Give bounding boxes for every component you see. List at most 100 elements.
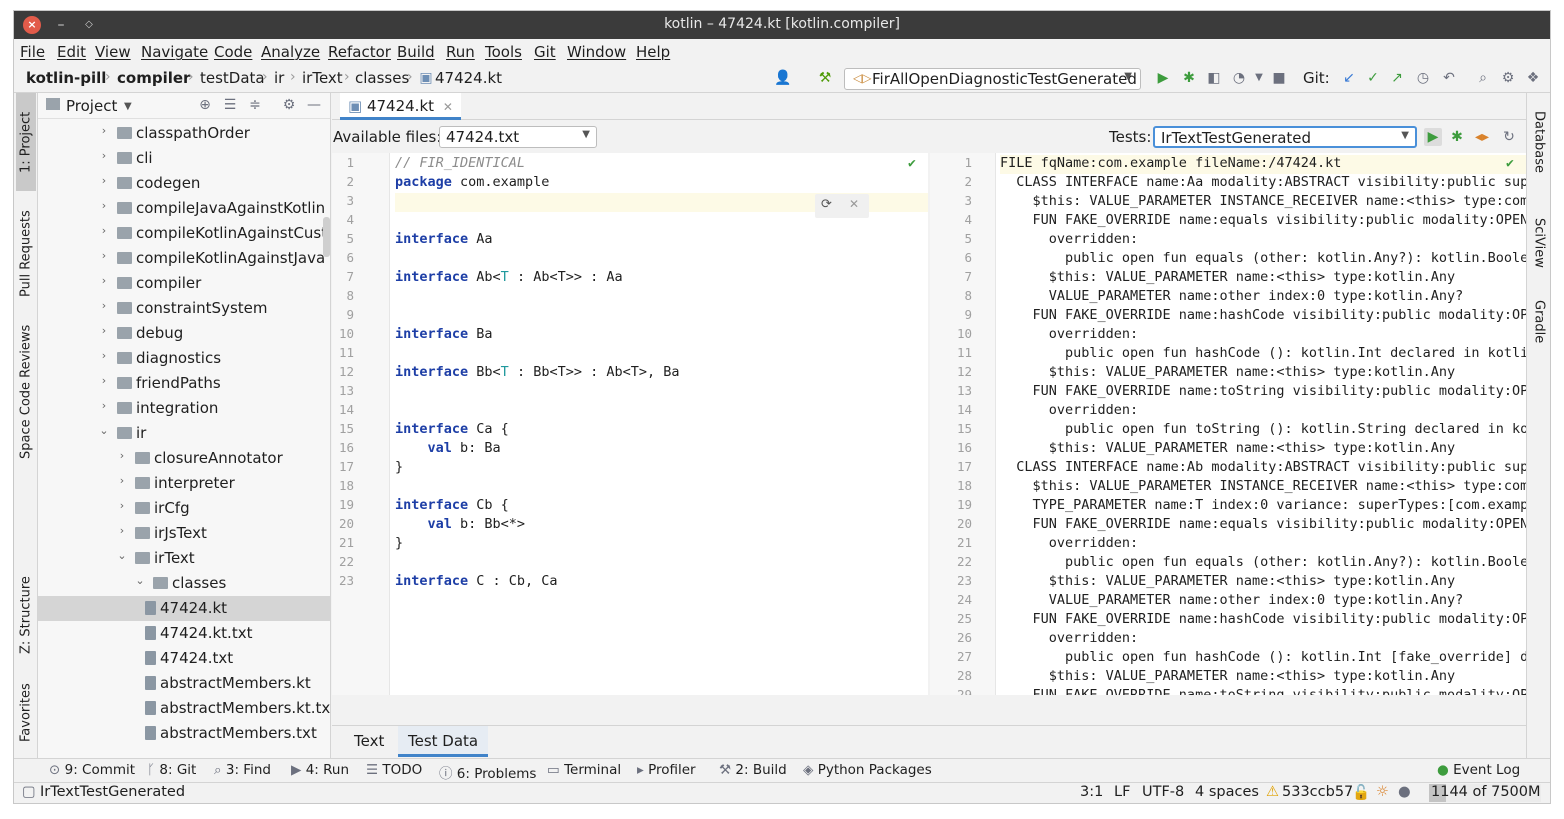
tool-window-todo[interactable]: ☰ TODO bbox=[366, 762, 422, 778]
menu-code[interactable]: Code bbox=[214, 43, 252, 61]
lock-icon[interactable]: 🔓 bbox=[1352, 784, 1370, 801]
coverage-icon[interactable]: ◧ bbox=[1205, 69, 1223, 87]
menu-tools[interactable]: Tools bbox=[485, 43, 522, 61]
expand-all-icon[interactable]: ☰ bbox=[221, 96, 239, 114]
code-with-me-icon[interactable]: ❖ bbox=[1524, 69, 1542, 87]
tree-folder[interactable]: › compileJavaAgainstKotlin bbox=[38, 196, 330, 221]
memory-indicator[interactable]: 1144 of 7500M bbox=[1429, 784, 1541, 802]
chevron-right-icon[interactable]: › bbox=[116, 524, 128, 537]
history-icon[interactable]: ◷ bbox=[1414, 69, 1432, 87]
tree-file[interactable]: abstractMembers.kt bbox=[38, 671, 330, 696]
gear-icon[interactable]: ⚙ bbox=[1499, 69, 1517, 87]
menu-help[interactable]: Help bbox=[636, 43, 670, 61]
hammer-icon[interactable]: ⚒ bbox=[816, 69, 834, 87]
git-branch[interactable]: 533ccb57 bbox=[1282, 784, 1353, 800]
menu-view[interactable]: View bbox=[95, 43, 131, 61]
hide-icon[interactable]: — bbox=[305, 96, 323, 114]
tree-folder[interactable]: › irJsText bbox=[38, 521, 330, 546]
chevron-right-icon[interactable]: › bbox=[98, 374, 110, 387]
menu-file[interactable]: File bbox=[20, 43, 45, 61]
chevron-right-icon[interactable]: › bbox=[98, 174, 110, 187]
chevron-right-icon[interactable]: › bbox=[98, 124, 110, 137]
menu-navigate[interactable]: Navigate bbox=[141, 43, 208, 61]
debug-test-icon[interactable]: ✱ bbox=[1448, 128, 1466, 146]
menu-refactor[interactable]: Refactor bbox=[328, 43, 391, 61]
tree-folder[interactable]: › integration bbox=[38, 396, 330, 421]
tests-select[interactable]: IrTextTestGenerated ▼ bbox=[1153, 126, 1417, 148]
tab-test-data[interactable]: Test Data bbox=[398, 726, 489, 757]
run-icon[interactable]: ▶ bbox=[1154, 69, 1172, 87]
caret-position[interactable]: 3:1 bbox=[1080, 784, 1103, 800]
tool-window-git[interactable]: ᚴ 8: Git bbox=[147, 762, 196, 778]
chevron-right-icon[interactable]: › bbox=[98, 249, 110, 262]
git-push-icon[interactable]: ↗ bbox=[1388, 69, 1406, 87]
chevron-down-icon[interactable]: ⌄ bbox=[134, 574, 146, 587]
breadcrumb-ir[interactable]: ir bbox=[274, 69, 284, 87]
breadcrumb-classes[interactable]: classes bbox=[355, 69, 409, 87]
tab-47424-kt[interactable]: ▣ 47424.kt ✕ bbox=[340, 93, 461, 120]
tab-text[interactable]: Text bbox=[354, 732, 384, 750]
tool-tab-gradle[interactable]: Gradle bbox=[1529, 287, 1549, 357]
tool-tab-space-code-reviews[interactable]: Space Code Reviews bbox=[16, 319, 36, 464]
tree-scrollbar[interactable] bbox=[323, 217, 330, 257]
available-files-select[interactable]: 47424.txt ▼ bbox=[439, 126, 597, 148]
profile-icon[interactable]: ◔ bbox=[1230, 69, 1248, 87]
git-commit-icon[interactable]: ✓ bbox=[1364, 69, 1382, 87]
tree-folder[interactable]: ⌄ irText bbox=[38, 546, 330, 571]
tool-window-commit[interactable]: ⊙ 9: Commit bbox=[49, 762, 135, 778]
tree-folder[interactable]: › compileKotlinAgainstJava bbox=[38, 246, 330, 271]
tool-tab-sciview[interactable]: SciView bbox=[1529, 203, 1549, 283]
tree-folder[interactable]: › diagnostics bbox=[38, 346, 330, 371]
close-icon[interactable]: ✕ bbox=[443, 100, 453, 114]
tree-file[interactable]: 47424.txt bbox=[38, 646, 330, 671]
chevron-down-icon[interactable]: ⌄ bbox=[98, 424, 110, 437]
indent-setting[interactable]: 4 spaces bbox=[1195, 784, 1259, 800]
tool-tab-favorites[interactable]: Favorites bbox=[16, 673, 36, 753]
reload-icon[interactable]: ⟳ bbox=[821, 197, 832, 212]
tree-folder[interactable]: › classpathOrder bbox=[38, 121, 330, 146]
tool-tab-project[interactable]: 1: Project bbox=[16, 93, 36, 191]
menu-window[interactable]: Window bbox=[567, 43, 626, 61]
tool-window-event-log[interactable]: ● Event Log bbox=[1437, 762, 1520, 778]
tool-tab-pull-requests[interactable]: Pull Requests bbox=[16, 199, 36, 309]
tree-folder[interactable]: › interpreter bbox=[38, 471, 330, 496]
chevron-right-icon[interactable]: › bbox=[98, 299, 110, 312]
tree-folder[interactable]: ⌄ ir bbox=[38, 421, 330, 446]
breadcrumb-irtext[interactable]: irText bbox=[302, 69, 343, 87]
locate-icon[interactable]: ⊕ bbox=[196, 96, 214, 114]
menu-git[interactable]: Git bbox=[534, 43, 556, 61]
chevron-right-icon[interactable]: › bbox=[116, 474, 128, 487]
chevron-right-icon[interactable]: › bbox=[116, 499, 128, 512]
rollback-icon[interactable]: ↶ bbox=[1440, 69, 1458, 87]
tree-file[interactable]: 47424.kt.txt bbox=[38, 621, 330, 646]
collapse-all-icon[interactable]: ≑ bbox=[246, 96, 264, 114]
tree-folder[interactable]: › cli bbox=[38, 146, 330, 171]
breadcrumb-compiler[interactable]: compiler bbox=[117, 69, 190, 87]
source-editor[interactable]: 1 // FIR_IDENTICAL 2 package com.example 3 4 5… bbox=[332, 153, 928, 695]
tool-window-profiler[interactable]: ▸ Profiler bbox=[637, 762, 696, 778]
tree-file[interactable]: abstractMembers.kt.txt bbox=[38, 696, 330, 721]
breadcrumb-file[interactable]: 47424.kt bbox=[435, 69, 502, 87]
notification-icon[interactable]: ● bbox=[1398, 784, 1411, 800]
menu-analyze[interactable]: Analyze bbox=[261, 43, 320, 61]
gear-icon[interactable]: ⚙ bbox=[280, 96, 298, 114]
inspection-ok-icon[interactable]: ✔ bbox=[908, 156, 916, 171]
tree-folder[interactable]: › debug bbox=[38, 321, 330, 346]
tree-folder[interactable]: › compiler bbox=[38, 271, 330, 296]
chevron-down-icon[interactable]: ⌄ bbox=[116, 549, 128, 562]
chevron-down-icon[interactable]: ▼ bbox=[124, 101, 132, 112]
tree-folder[interactable]: › irCfg bbox=[38, 496, 330, 521]
breadcrumb-testdata[interactable]: testData bbox=[200, 69, 265, 87]
tree-folder[interactable]: ⌄ classes bbox=[38, 571, 330, 596]
tool-window-problems[interactable]: ⓘ 6: Problems bbox=[439, 762, 536, 782]
tool-window-run[interactable]: ▶ 4: Run bbox=[291, 762, 349, 778]
chevron-right-icon[interactable]: › bbox=[98, 349, 110, 362]
chevron-right-icon[interactable]: › bbox=[116, 449, 128, 462]
line-separator[interactable]: LF bbox=[1114, 784, 1130, 800]
project-view-select[interactable]: Project bbox=[66, 97, 117, 115]
debug-icon[interactable]: ✱ bbox=[1180, 69, 1198, 87]
tool-window-build[interactable]: ⚒ 2: Build bbox=[719, 762, 787, 778]
git-update-icon[interactable]: ↙ bbox=[1340, 69, 1358, 87]
user-icon[interactable]: 👤 bbox=[774, 69, 792, 87]
run-configuration-select[interactable]: ◁▷ FirAllOpenDiagnosticTestGenerated ▼ bbox=[844, 68, 1141, 90]
